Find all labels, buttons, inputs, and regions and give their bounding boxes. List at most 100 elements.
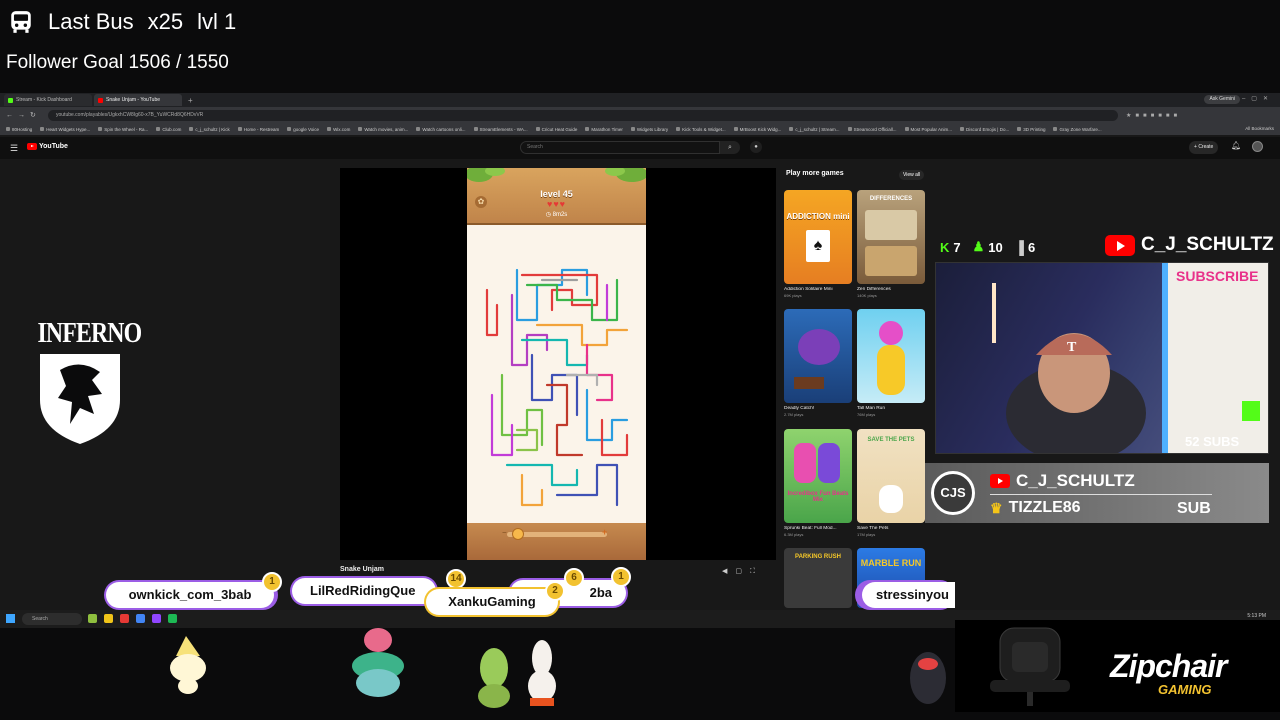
- bookmark-item[interactable]: Home - Restream: [237, 127, 279, 132]
- person-icon: ♟: [972, 239, 985, 254]
- bookmark-item[interactable]: Streamcord Officiall...: [847, 127, 897, 132]
- create-button[interactable]: + Create: [1189, 141, 1219, 154]
- bus-level: lvl 1: [197, 9, 237, 34]
- bookmark-item[interactable]: Gray Zone Warfare...: [1053, 126, 1102, 132]
- bookmark-label: StreamElements - WA...: [479, 126, 528, 132]
- bookmark-favicon-icon: [189, 127, 194, 131]
- app-icon[interactable]: [104, 614, 113, 623]
- game-card[interactable]: Deadly Catch! 2.7M plays: [784, 309, 852, 417]
- bookmark-item[interactable]: Discord Emojis | Do...: [960, 127, 1009, 132]
- bookmark-item[interactable]: Watch movies, anim...: [358, 127, 408, 132]
- ask-gemini-button[interactable]: Ask Gemini: [1204, 95, 1240, 104]
- app-icon[interactable]: [120, 614, 129, 623]
- system-tray[interactable]: 5:13 PM: [1247, 613, 1266, 619]
- bookmark-item[interactable]: Heart Widgets Hype...: [40, 127, 90, 132]
- stream-stats: K7 ♟ 10 ▐ 6: [940, 239, 1036, 255]
- app-icon[interactable]: [152, 614, 161, 623]
- youtube-header: ☰ YouTube Search ⌕ ● + Create 🔔︎: [0, 137, 1280, 159]
- bookmark-favicon-icon: [535, 127, 540, 131]
- zipchair-logo: Zipchair: [1110, 648, 1227, 684]
- window-controls[interactable]: –▢✕: [1242, 95, 1274, 102]
- chat-badge: 2: [545, 581, 565, 601]
- youtube-favicon-icon: [98, 97, 103, 103]
- game-card[interactable]: Tall Man Run 76M plays: [857, 309, 925, 417]
- app-icon[interactable]: [88, 614, 97, 623]
- game-card[interactable]: DIFFERENCES Zen Differences 140K plays: [857, 190, 925, 298]
- spade-card-icon: ♠: [806, 230, 830, 262]
- inferno-logo: INFERNO: [30, 318, 142, 451]
- bookmark-item[interactable]: c_j_schultz | Kick: [189, 126, 230, 132]
- bookmark-item[interactable]: StreamElements - WA...: [473, 126, 528, 132]
- bookmark-item[interactable]: Most Popular Anim...: [904, 126, 953, 132]
- bookmark-item[interactable]: google Voice: [287, 127, 319, 132]
- snake-maze[interactable]: [467, 225, 646, 523]
- bookmark-favicon-icon: [358, 127, 363, 131]
- bookmark-item[interactable]: Kick Tools & Widget...: [676, 126, 726, 132]
- zoom-in-icon[interactable]: +: [602, 527, 607, 537]
- menu-icon[interactable]: ☰: [10, 143, 18, 154]
- ivysaur-icon: [352, 628, 404, 697]
- bell-icon[interactable]: 🔔︎: [1231, 141, 1241, 150]
- bookmark-favicon-icon: [904, 127, 909, 131]
- bookmark-item[interactable]: Club.com: [156, 127, 181, 132]
- bookmark-item[interactable]: Marathon Timer: [585, 127, 623, 132]
- zoom-out-icon[interactable]: −: [502, 528, 507, 537]
- tab-kick-dashboard[interactable]: Stream - Kick Dashboard: [4, 94, 92, 106]
- streamer-image: SUBSCRIBE T: [992, 263, 1268, 453]
- all-bookmarks-button[interactable]: All Bookmarks: [1245, 126, 1274, 131]
- pet-icon: [879, 485, 903, 513]
- bookmark-item[interactable]: 3D Printing: [1017, 127, 1045, 132]
- bookmark-item[interactable]: Cricut Heat Guide: [535, 127, 577, 132]
- bookmark-label: c_j_schultz | Kick: [195, 126, 230, 132]
- bookmark-item[interactable]: Wix.com: [327, 127, 350, 132]
- bookmark-favicon-icon: [733, 127, 738, 131]
- view-all-button[interactable]: View all: [899, 170, 925, 180]
- game-card[interactable]: ADDICTION mini ♠ Addiction Solitaire Min…: [784, 190, 852, 298]
- bookmark-item[interactable]: Widgets Library: [630, 127, 668, 132]
- bookmark-favicon-icon: [630, 127, 635, 131]
- bookmark-item[interactable]: Watch cartoons onli...: [416, 127, 466, 132]
- snake-unjam-game[interactable]: ✿ level 45 ♥♥♥ ◷ 8m2s − +: [467, 168, 646, 560]
- app-icon[interactable]: [168, 614, 177, 623]
- taskbar-search[interactable]: Search: [22, 613, 82, 625]
- player-controls[interactable]: ◀▢⛶: [722, 567, 763, 576]
- address-row: ←→↻ youtube.com/playables/UgkxhCW8Ig60-x…: [0, 107, 1280, 123]
- bookmark-label: Gray Zone Warfare...: [1059, 126, 1102, 132]
- bookmark-item[interactable]: 80Hosting: [6, 127, 32, 132]
- bookmark-favicon-icon: [789, 127, 794, 131]
- search-icon[interactable]: ⌕: [720, 141, 740, 154]
- food-thumb-icon: [865, 210, 917, 240]
- zoom-slider-handle[interactable]: [512, 528, 524, 540]
- youtube-play-icon: [27, 143, 37, 150]
- tab-youtube[interactable]: Snake Unjam - YouTube: [94, 94, 182, 106]
- pink-character-icon: [879, 321, 903, 345]
- game-card[interactable]: SAVE THE PETS Save The Pets 17M plays: [857, 429, 925, 537]
- game-card[interactable]: PARKING RUSH: [784, 548, 852, 608]
- zipchair-sponsor: Zipchair GAMING: [955, 620, 1280, 712]
- game-board[interactable]: [467, 225, 646, 523]
- pink-sprunki-icon: [794, 443, 816, 483]
- cjs-logo: CJS: [931, 471, 975, 515]
- microphone-icon[interactable]: ●: [750, 141, 762, 153]
- address-bar[interactable]: youtube.com/playables/UgkxhCW8Ig60-x7B_Y…: [48, 109, 1118, 121]
- app-icon[interactable]: [136, 614, 145, 623]
- zoom-control: − +: [467, 523, 646, 560]
- search-input[interactable]: Search: [520, 141, 720, 154]
- litten-icon: [910, 652, 946, 704]
- game-card[interactable]: Incredibox Fun Beats Mix Sprunki Beat: F…: [784, 429, 852, 537]
- nav-buttons[interactable]: ←→↻: [0, 111, 48, 119]
- extension-icons[interactable]: ★■■■■■■: [1126, 112, 1181, 119]
- youtube-logo[interactable]: YouTube: [27, 143, 68, 150]
- windows-start-icon[interactable]: [6, 614, 15, 623]
- avatar[interactable]: [1252, 141, 1263, 152]
- game-header: ✿ level 45 ♥♥♥ ◷ 8m2s: [467, 168, 646, 225]
- chat-badge: 1: [611, 567, 631, 587]
- bookmark-label: Kick Tools & Widget...: [682, 126, 726, 132]
- bookmark-label: Most Popular Anim...: [910, 126, 953, 132]
- bookmark-item[interactable]: MrBoost Kick Widg...: [733, 127, 781, 132]
- bus-counter: Last Bus x25 lvl 1: [8, 8, 236, 36]
- new-tab-icon[interactable]: +: [188, 96, 193, 105]
- bookmark-item[interactable]: c_j_schultz | Stream...: [789, 127, 840, 132]
- bookmark-item[interactable]: Spin the Wheel - Ra...: [98, 127, 148, 132]
- youtube-icon: [990, 474, 1010, 488]
